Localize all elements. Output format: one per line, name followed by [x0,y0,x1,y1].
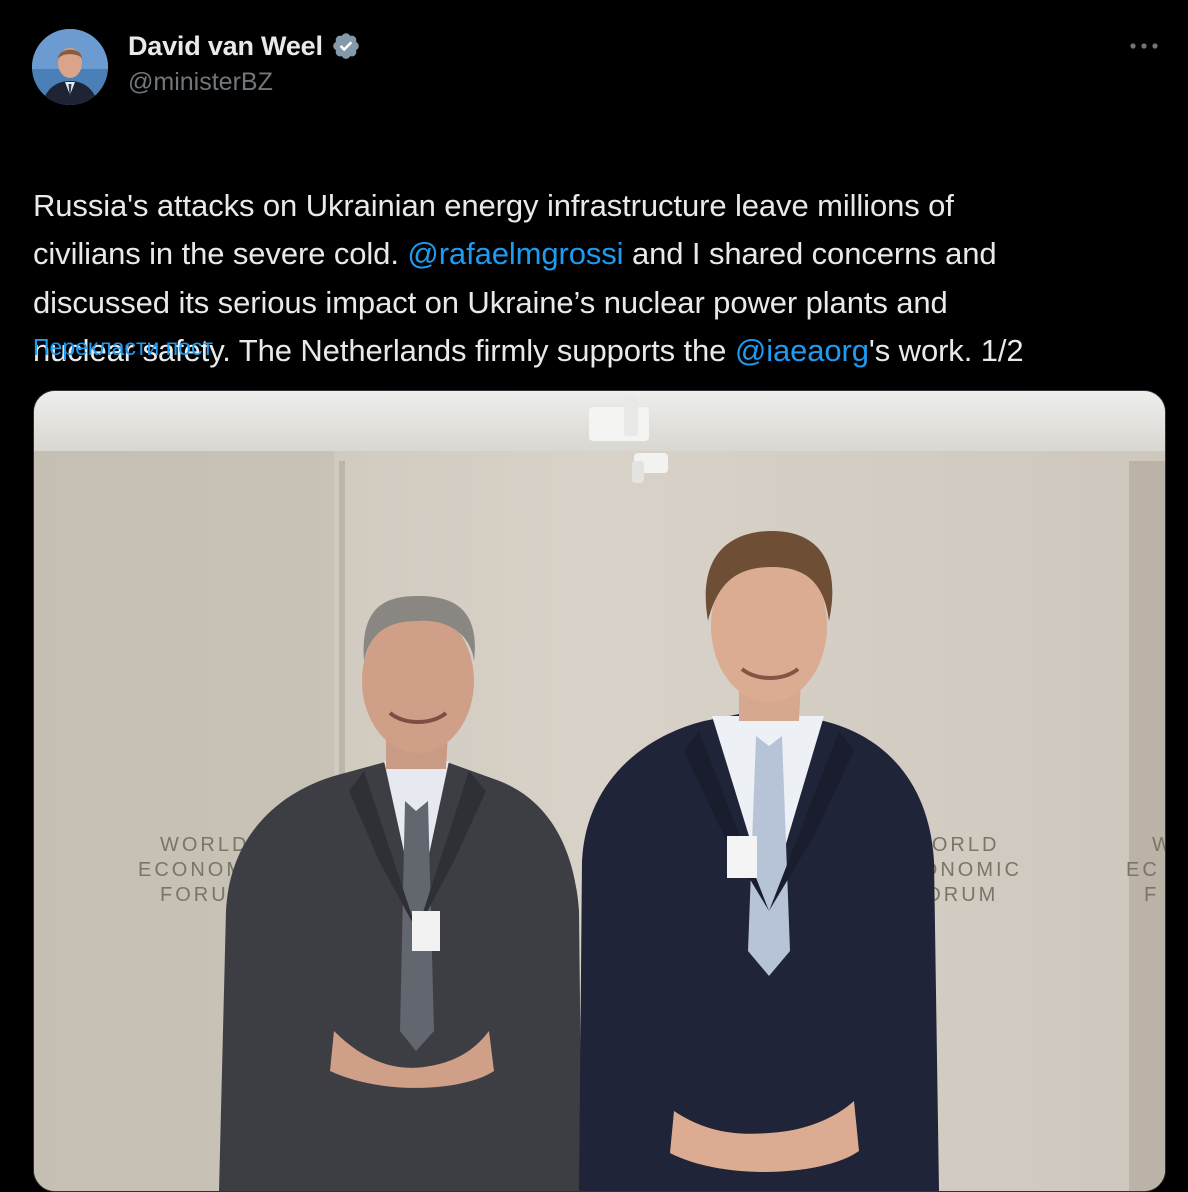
photo-two-men-wef: WORLD ECONOMIC FORUM WORLD ECONOMIC FORU… [34,391,1165,1191]
wef-logo-right-line2: EC [1126,859,1160,881]
tweet-photo[interactable]: WORLD ECONOMIC FORUM WORLD ECONOMIC FORU… [33,390,1166,1192]
tweet-post: David van Weel @ministerBZ Russia's atta… [0,0,1188,1192]
tweet-text-segment: 's work. 1/2 [868,333,1024,368]
avatar-photo [32,29,108,105]
wef-logo-left-line1: WORLD [160,834,249,856]
more-horizontal-icon [1130,43,1158,49]
mention-link-iaeaorg[interactable]: @iaeaorg [735,333,869,368]
wef-logo-right-line1: W [1152,834,1165,856]
more-options-button[interactable] [1124,28,1164,64]
mention-link-rafaelmgrossi[interactable]: @rafaelmgrossi [407,236,623,271]
author-avatar[interactable] [32,29,108,105]
author-handle[interactable]: @ministerBZ [128,68,361,97]
author-name[interactable]: David van Weel [128,31,323,62]
translate-post-link[interactable]: Перекласти пост [33,334,213,361]
author-block: David van Weel @ministerBZ [128,28,361,97]
verified-badge-icon[interactable] [331,31,361,61]
author-name-row: David van Weel [128,28,361,64]
wef-logo-right-line3: F [1144,884,1159,906]
